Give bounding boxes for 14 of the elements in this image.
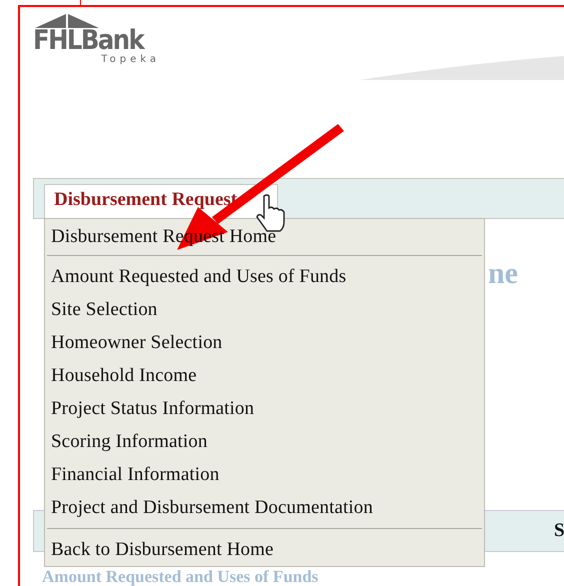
menu-item[interactable]: Site Selection	[51, 293, 158, 326]
menu-item[interactable]: Project and Disbursement Documentation	[51, 491, 373, 524]
menu-item[interactable]: Project Status Information	[51, 392, 254, 425]
page-heading: ne	[488, 257, 518, 292]
logo-name: FHLBank	[33, 28, 144, 54]
menu-item[interactable]: Homeowner Selection	[51, 326, 222, 359]
logo-subtitle: Topeka	[101, 54, 160, 66]
menu-item[interactable]: Amount Requested and Uses of Funds	[51, 260, 346, 293]
roof-icon	[35, 12, 99, 28]
menu-item[interactable]: Household Income	[51, 359, 197, 392]
column-header: S	[554, 520, 564, 542]
menu-item[interactable]: Back to Disbursement Home	[51, 533, 274, 566]
menu-item[interactable]: Scoring Information	[51, 425, 208, 458]
menu-item[interactable]: Financial Information	[51, 458, 220, 491]
